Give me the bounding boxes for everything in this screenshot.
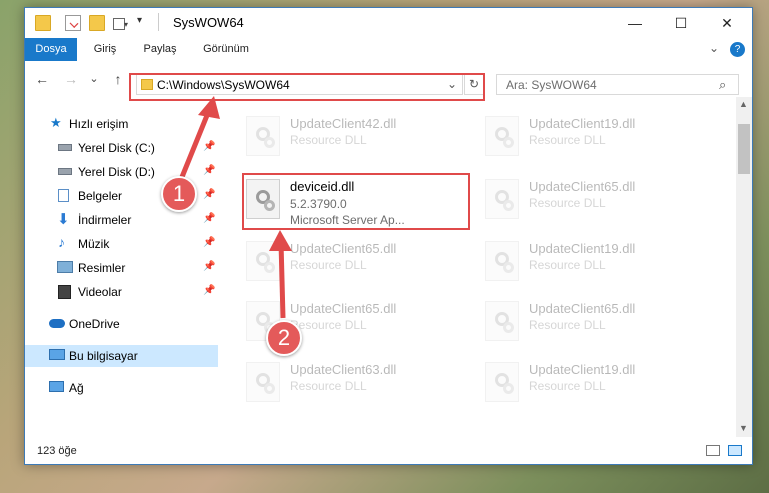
step-badge-2: 2	[266, 320, 302, 356]
annotation-arrows	[179, 96, 292, 319]
arrow-head-1	[198, 96, 220, 119]
step-badge-1: 1	[161, 176, 197, 212]
arrow-line-1	[179, 107, 213, 178]
arrow-head-2	[269, 230, 292, 251]
arrow-line-2	[278, 241, 286, 319]
